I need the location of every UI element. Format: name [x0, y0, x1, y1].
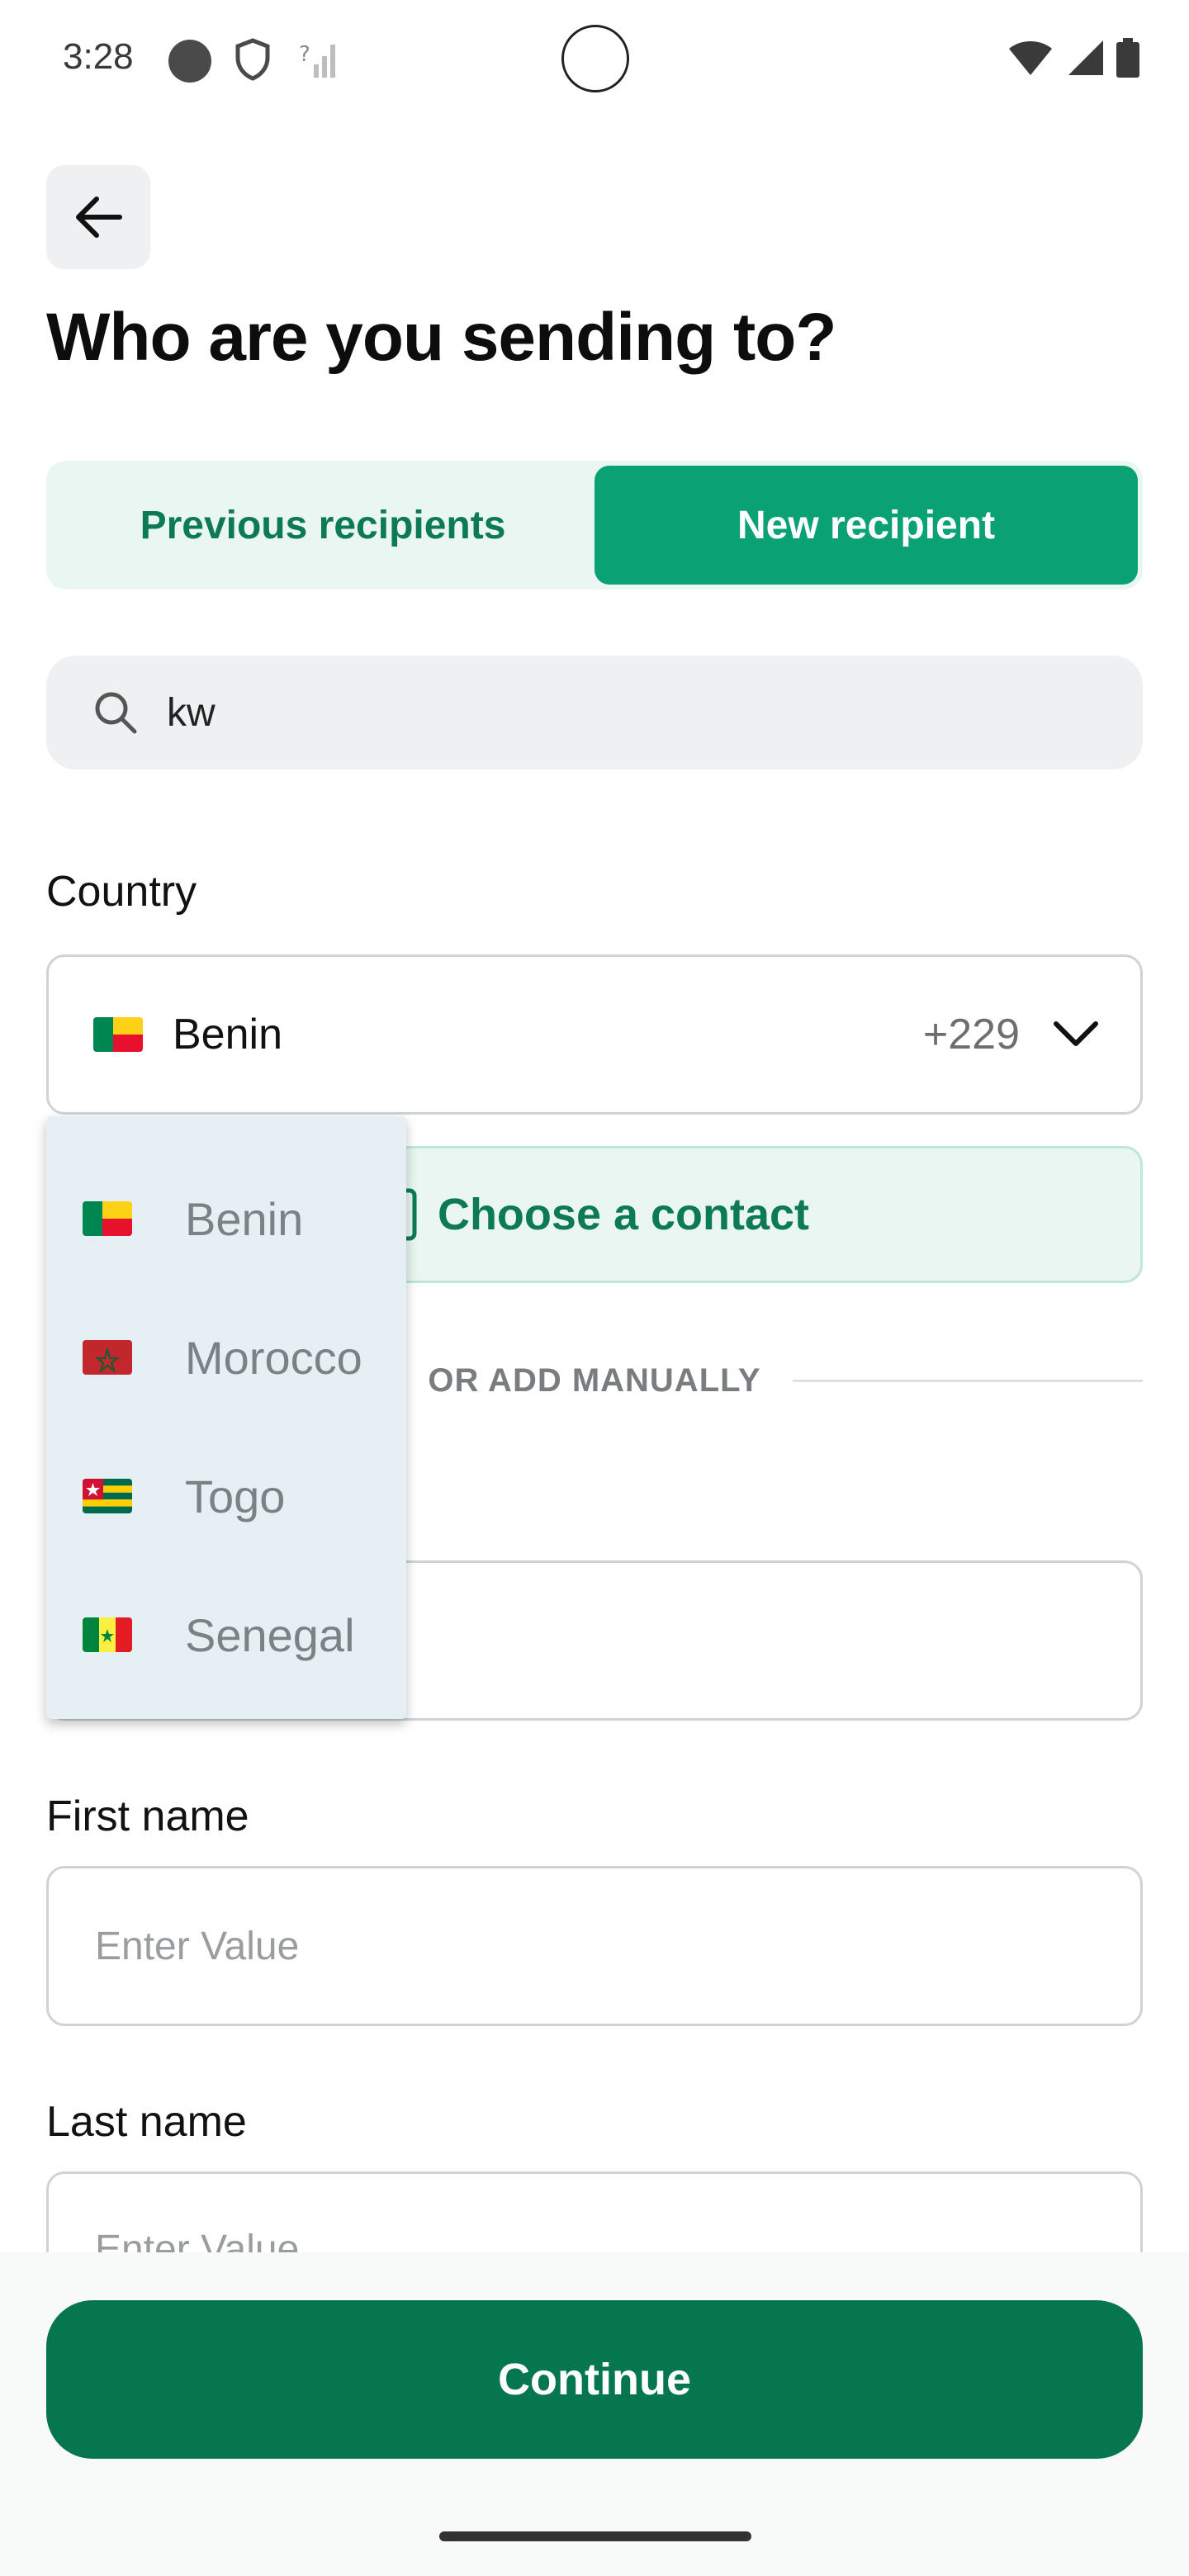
search-icon: [95, 692, 137, 734]
dropdown-item-label: Morocco: [185, 1331, 362, 1384]
choose-contact-label: Choose a contact: [437, 1190, 810, 1239]
dropdown-item-togo[interactable]: Togo: [46, 1427, 406, 1565]
no-signal-icon: ?: [299, 38, 340, 83]
dropdown-item-senegal[interactable]: Senegal: [46, 1565, 406, 1704]
divider-line: [792, 1379, 1143, 1382]
tab-new-recipient[interactable]: New recipient: [594, 466, 1138, 585]
status-time: 3:28: [63, 36, 134, 77]
cell-signal-icon: [1068, 40, 1103, 75]
morocco-flag-icon: [83, 1340, 132, 1375]
notification-dot-icon: [168, 40, 211, 83]
status-icons: [1007, 38, 1139, 78]
continue-button[interactable]: Continue: [46, 2300, 1143, 2459]
status-bar: 3:28 ?: [0, 0, 1189, 124]
battery-icon: [1116, 38, 1139, 78]
recipient-tabs: Previous recipients New recipient: [46, 461, 1143, 590]
dropdown-item-morocco[interactable]: Morocco: [46, 1288, 406, 1427]
arrow-left-icon: [76, 197, 122, 238]
country-label: Country: [46, 868, 197, 916]
page-title: Who are you sending to?: [46, 300, 836, 375]
chevron-down-icon: [1054, 1021, 1098, 1046]
country-dropdown: Benin Morocco Togo Senegal: [46, 1116, 406, 1719]
benin-flag-icon: [93, 1017, 143, 1052]
dropdown-item-benin[interactable]: Benin: [46, 1149, 406, 1288]
wifi-icon: [1009, 41, 1052, 75]
camera-cutout: [561, 25, 629, 92]
dropdown-item-label: Senegal: [185, 1608, 355, 1661]
dropdown-item-label: Togo: [185, 1470, 286, 1522]
senegal-flag-icon: [83, 1617, 132, 1652]
dial-code: +229: [922, 1011, 1020, 1058]
divider-text: OR ADD MANUALLY: [428, 1361, 761, 1399]
shield-icon: [234, 38, 271, 85]
benin-flag-icon: [83, 1201, 132, 1236]
search-input[interactable]: [167, 689, 1075, 736]
first-name-field[interactable]: Enter Value: [46, 1866, 1143, 2026]
last-name-label: Last name: [46, 2098, 247, 2146]
back-button[interactable]: [46, 165, 150, 269]
svg-text:?: ?: [299, 42, 310, 67]
tab-previous-recipients[interactable]: Previous recipients: [51, 466, 594, 585]
first-name-label: First name: [46, 1792, 249, 1840]
selected-country-name: Benin: [173, 1011, 282, 1058]
dropdown-item-label: Benin: [185, 1192, 304, 1245]
search-bar[interactable]: [46, 656, 1143, 769]
togo-flag-icon: [83, 1479, 132, 1513]
country-select[interactable]: Benin +229: [46, 954, 1143, 1115]
home-indicator[interactable]: [439, 2531, 751, 2541]
